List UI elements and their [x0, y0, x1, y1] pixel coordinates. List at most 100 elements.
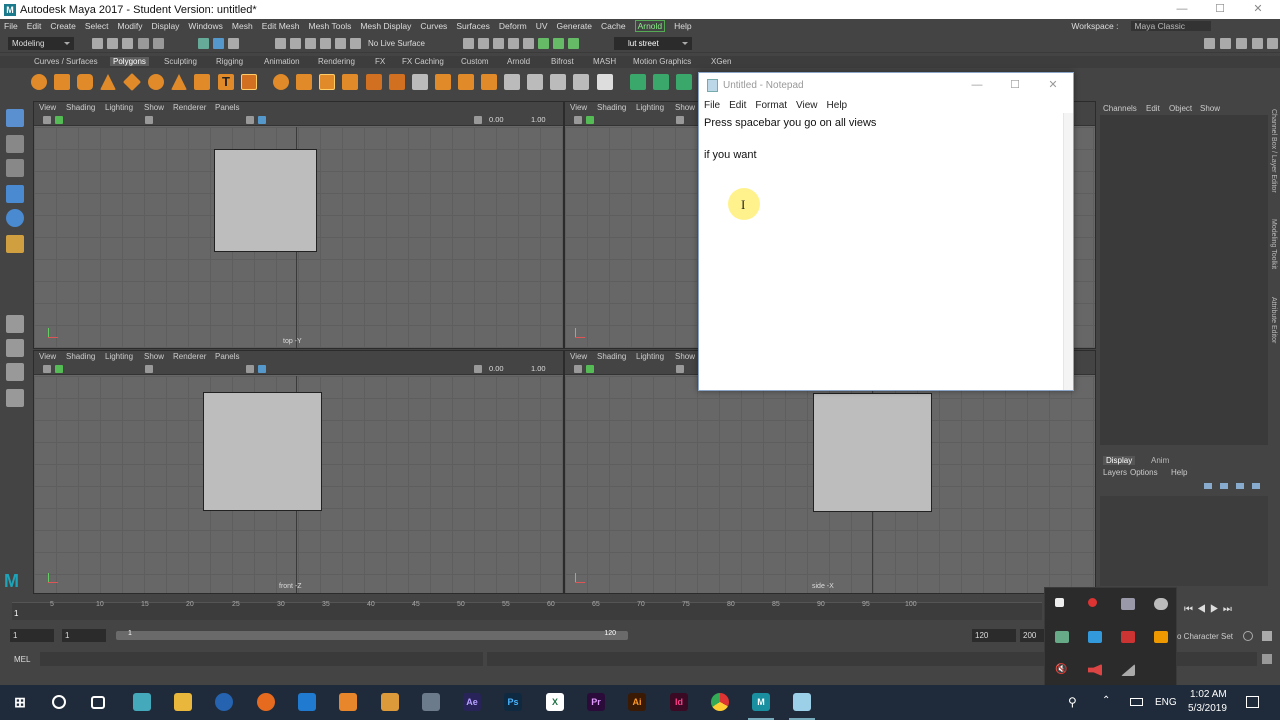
playback-start-field[interactable]: 1: [62, 629, 106, 642]
notepad-menu-edit[interactable]: Edit: [729, 100, 746, 111]
animation-preferences-icon[interactable]: [1262, 631, 1272, 641]
time-slider[interactable]: 1 5 10 15 20 25 30 35 40 45 50 55 60 65 …: [0, 598, 1045, 622]
multi-cut-icon[interactable]: [504, 74, 520, 90]
camera-attributes-icon[interactable]: [55, 116, 63, 124]
smooth-icon[interactable]: [319, 74, 335, 90]
menu-curves[interactable]: Curves: [420, 21, 447, 31]
illustrator-icon[interactable]: Ai: [628, 693, 646, 711]
shelf-tab-bifrost[interactable]: Bifrost: [551, 57, 574, 66]
shelf-tab-rendering[interactable]: Rendering: [318, 57, 355, 66]
maya-launcher-icon[interactable]: [133, 693, 151, 711]
vp-menu-lighting[interactable]: Lighting: [636, 352, 664, 361]
select-camera-icon[interactable]: [574, 116, 582, 124]
shelf-tab-mash[interactable]: MASH: [593, 57, 616, 66]
toggle-modeling-toolkit-icon[interactable]: [1204, 38, 1215, 49]
snap-view-icon[interactable]: [320, 38, 331, 49]
shelf-tab-polygons[interactable]: Polygons: [110, 57, 149, 66]
render-view-icon[interactable]: [463, 38, 474, 49]
notepad-taskbar-icon[interactable]: [793, 693, 811, 711]
select-object-icon[interactable]: [213, 38, 224, 49]
script-editor-icon[interactable]: [1262, 654, 1272, 664]
undo-icon[interactable]: [138, 38, 149, 49]
task-view-icon[interactable]: [91, 696, 105, 709]
extrude-icon[interactable]: [389, 74, 405, 90]
mirror-icon[interactable]: [366, 74, 382, 90]
vp-menu-renderer[interactable]: Renderer: [173, 103, 206, 112]
paint-select-tool-icon[interactable]: [6, 159, 24, 177]
exposure-icon[interactable]: [474, 116, 482, 124]
hypershade-icon[interactable]: [523, 38, 534, 49]
cloud-icon[interactable]: [1154, 598, 1168, 610]
exposure-icon[interactable]: [474, 365, 482, 373]
four-view-icon[interactable]: [6, 339, 24, 357]
shelf-tab-curves-surfaces[interactable]: Curves / Surfaces: [34, 57, 98, 66]
snap-grid-icon[interactable]: [275, 38, 286, 49]
shelf-tab-fx-caching[interactable]: FX Caching: [402, 57, 444, 66]
vp-menu-show[interactable]: Show: [675, 103, 695, 112]
scene-end-field[interactable]: 200: [1020, 629, 1044, 642]
vp-menu-show[interactable]: Show: [144, 352, 164, 361]
excel-icon[interactable]: X: [546, 693, 564, 711]
single-perspective-view-icon[interactable]: [6, 315, 24, 333]
redo-icon[interactable]: [153, 38, 164, 49]
menu-mesh-tools[interactable]: Mesh Tools: [309, 21, 352, 31]
security-icon[interactable]: [1088, 631, 1102, 643]
channels-menu[interactable]: Channels: [1103, 104, 1137, 113]
record-icon[interactable]: [1088, 598, 1097, 607]
layer-tab-anim[interactable]: Anim: [1151, 456, 1169, 465]
vp-menu-view[interactable]: View: [39, 103, 56, 112]
action-center-icon[interactable]: [1246, 696, 1259, 708]
poly-cylinder-icon[interactable]: [77, 74, 93, 90]
cube-side-view[interactable]: [813, 393, 932, 512]
grid-toggle-icon[interactable]: [676, 365, 684, 373]
poly-pyramid-icon[interactable]: [171, 74, 187, 90]
open-scene-icon[interactable]: [107, 38, 118, 49]
toggle-outliner-icon[interactable]: [1267, 38, 1278, 49]
shelf-tab-custom[interactable]: Custom: [461, 57, 489, 66]
side-tab-modeling-toolkit[interactable]: Modeling Toolkit: [1270, 219, 1277, 269]
menu-cache[interactable]: Cache: [601, 21, 626, 31]
poly-pipe-icon[interactable]: [194, 74, 210, 90]
gamma-value[interactable]: 1.00: [531, 364, 546, 373]
fox-app-icon[interactable]: [1154, 631, 1168, 643]
select-hierarchy-icon[interactable]: [198, 38, 209, 49]
render-settings-icon[interactable]: [508, 38, 519, 49]
time-ruler[interactable]: [12, 602, 1042, 620]
smooth-shade-icon[interactable]: [258, 365, 266, 373]
premiere-icon[interactable]: Pr: [587, 693, 605, 711]
shelf-tab-fx[interactable]: FX: [375, 57, 385, 66]
clock-date[interactable]: 5/3/2019: [1188, 703, 1227, 714]
vp-menu-lighting[interactable]: Lighting: [105, 103, 133, 112]
shelf-tab-rigging[interactable]: Rigging: [216, 57, 243, 66]
menu-select[interactable]: Select: [85, 21, 109, 31]
vp-menu-view[interactable]: View: [570, 352, 587, 361]
menu-mesh-display[interactable]: Mesh Display: [360, 21, 411, 31]
channels-show-menu[interactable]: Show: [1200, 104, 1220, 113]
shelf-tab-xgen[interactable]: XGen: [711, 57, 731, 66]
vp-menu-lighting[interactable]: Lighting: [636, 103, 664, 112]
poly-cone-icon[interactable]: [100, 74, 116, 90]
vp-menu-view[interactable]: View: [39, 352, 56, 361]
playback-end-field[interactable]: 120: [972, 629, 1016, 642]
menu-generate[interactable]: Generate: [557, 21, 592, 31]
layers-options-menu[interactable]: Options: [1130, 468, 1158, 477]
playback-controls[interactable]: ⏮◀▶⏭: [1184, 604, 1276, 618]
notepad-menu-file[interactable]: File: [704, 100, 720, 111]
wireframe-icon[interactable]: [246, 365, 254, 373]
menu-file[interactable]: File: [4, 21, 18, 31]
vp-menu-renderer[interactable]: Renderer: [173, 352, 206, 361]
select-camera-icon[interactable]: [574, 365, 582, 373]
persp-outliner-icon[interactable]: [6, 363, 24, 381]
photoshop-icon[interactable]: Ps: [504, 693, 522, 711]
menu-edit[interactable]: Edit: [27, 21, 42, 31]
shelf-tab-sculpting[interactable]: Sculpting: [164, 57, 197, 66]
save-scene-icon[interactable]: [122, 38, 133, 49]
user-account-dropdown[interactable]: lut street: [614, 37, 692, 50]
menu-windows[interactable]: Windows: [188, 21, 222, 31]
make-live-icon[interactable]: [350, 38, 361, 49]
menu-surfaces[interactable]: Surfaces: [456, 21, 490, 31]
menu-set-dropdown[interactable]: Modeling: [8, 37, 74, 50]
notepad-close-button[interactable]: ✕: [1033, 73, 1073, 97]
vp-menu-panels[interactable]: Panels: [215, 103, 239, 112]
maximize-button[interactable]: ☐: [1200, 0, 1240, 19]
